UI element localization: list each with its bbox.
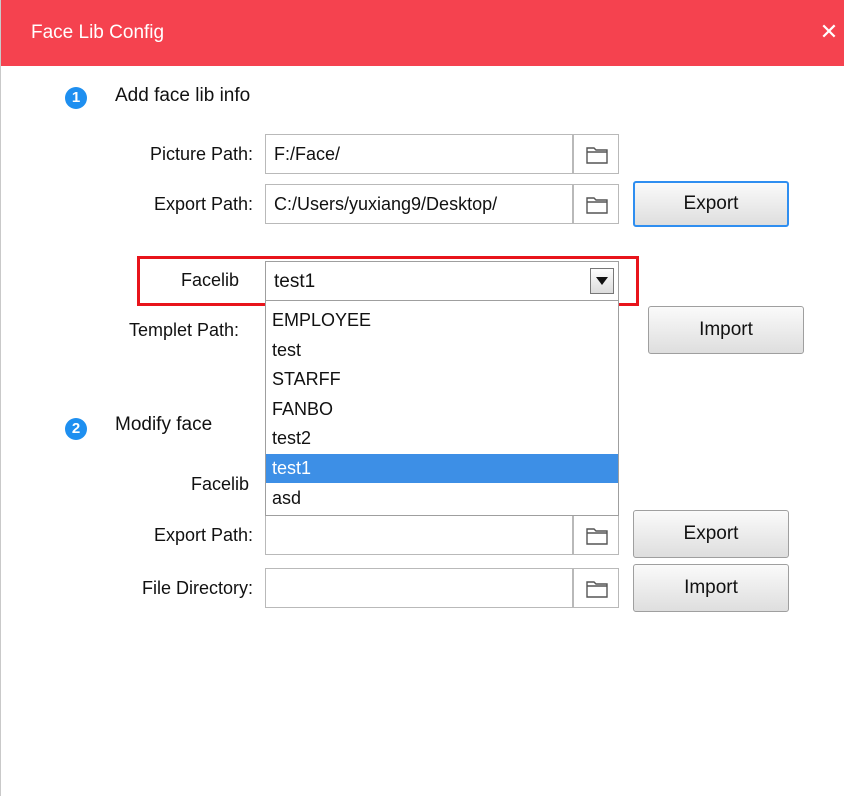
picture-path-input[interactable]: F:/Face/ (265, 134, 573, 174)
dropdown-option[interactable]: EMPLOYEE (266, 306, 618, 335)
dropdown-option[interactable]: STARFF (266, 365, 618, 394)
step-2-badge: 2 (65, 418, 87, 440)
facelib-label: Facelib (180, 270, 239, 290)
export-button[interactable]: Export (633, 181, 789, 227)
dropdown-option[interactable]: FANBO (266, 395, 618, 424)
export-path-value: C:/Users/yuxiang9/Desktop/ (274, 194, 498, 214)
picture-path-browse-button[interactable] (573, 134, 619, 174)
facelib-select[interactable]: test1 (265, 261, 619, 301)
folder-icon (586, 528, 608, 545)
title-bar: Face Lib Config ✕ (1, 0, 844, 66)
picture-path-label: Picture Path: (149, 144, 253, 164)
window-title: Face Lib Config (31, 22, 165, 43)
folder-icon (586, 197, 608, 214)
modify-export-path-label: Export Path: (153, 525, 253, 545)
step-1-badge: 1 (65, 87, 87, 109)
folder-icon (586, 581, 608, 598)
section-2-title: Modify face (115, 414, 213, 435)
section-1-title: Add face lib info (115, 85, 251, 106)
dropdown-option-selected[interactable]: test1 (266, 454, 618, 483)
file-directory-label: File Directory: (141, 578, 253, 598)
export-path-browse-button[interactable] (573, 184, 619, 224)
facelib-dropdown-list: EMPLOYEE test STARFF FANBO test2 test1 a… (265, 301, 619, 516)
export-path-input[interactable]: C:/Users/yuxiang9/Desktop/ (265, 184, 573, 224)
folder-icon (586, 147, 608, 164)
import-button[interactable]: Import (648, 306, 804, 354)
dropdown-option[interactable]: test2 (266, 424, 618, 453)
facelib-selected-value: test1 (274, 271, 316, 292)
picture-path-value: F:/Face/ (274, 144, 341, 164)
templet-path-label: Templet Path: (128, 320, 239, 340)
modify-export-button[interactable]: Export (633, 510, 789, 558)
modify-export-path-browse-button[interactable] (573, 515, 619, 555)
file-directory-browse-button[interactable] (573, 568, 619, 608)
close-icon[interactable]: ✕ (817, 20, 841, 44)
modify-import-button[interactable]: Import (633, 564, 789, 612)
dropdown-option[interactable]: test (266, 336, 618, 365)
dropdown-option[interactable]: asd (266, 484, 618, 513)
chevron-down-icon[interactable] (590, 268, 614, 294)
file-directory-input[interactable] (265, 568, 573, 608)
modify-facelib-label: Facelib (190, 474, 249, 494)
modify-export-path-input[interactable] (265, 515, 573, 555)
face-lib-config-dialog: Face Lib Config ✕ 1 Add face lib info Pi… (0, 0, 844, 796)
export-path-label: Export Path: (153, 194, 253, 214)
